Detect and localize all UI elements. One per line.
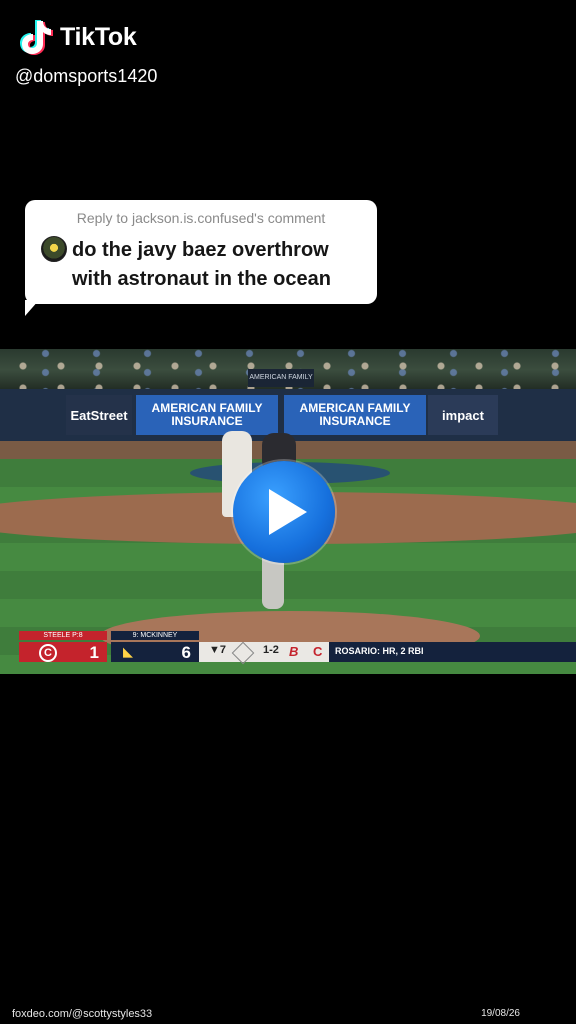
creator-handle[interactable]: @domsports1420 <box>15 66 157 87</box>
network-logo-icon: B <box>289 644 299 659</box>
batter-label: 9: MCKINNEY <box>111 631 199 640</box>
source-watermark: foxdeo.com/@scottystyles33 <box>12 1008 153 1020</box>
ad-american-family-2: AMERICAN FAMILY INSURANCE <box>284 395 426 435</box>
event-text: ROSARIO: HR, 2 RBI <box>335 646 424 656</box>
ad-american-family-1: AMERICAN FAMILY INSURANCE <box>136 395 278 435</box>
team-reds: C 1 <box>19 642 107 662</box>
reply-line-1: do the javy baez overthrow <box>72 239 329 261</box>
commenter-avatar <box>41 236 67 262</box>
pitcher-label: STEELE P:8 <box>19 631 107 640</box>
reply-comment-bubble: Reply to jackson.is.confused's comment d… <box>25 200 377 304</box>
play-icon <box>269 489 307 535</box>
brewers-score: 6 <box>181 643 191 662</box>
event-banner: ROSARIO: HR, 2 RBI <box>329 642 576 662</box>
play-button[interactable] <box>233 461 335 563</box>
bases-diamond-icon <box>231 641 255 665</box>
ad-eatstreet: EatStreet <box>66 395 132 435</box>
tiktok-brand: TikTok <box>60 22 137 51</box>
tiktok-logo-icon <box>18 18 54 56</box>
brewers-logo-icon: ◣ <box>123 644 133 659</box>
reply-to-label: Reply to jackson.is.confused's comment <box>76 210 326 226</box>
ad-board-top: AMERICAN FAMILY INSURANCE <box>248 369 314 399</box>
tiktok-header: TikTok <box>18 18 137 56</box>
date-stamp: 19/08/26 <box>481 1008 520 1019</box>
reds-score: 1 <box>89 643 99 662</box>
scorebug-status: ▼7 1-2 B C ROSARIO: HR, 2 RBI <box>199 641 576 665</box>
ad-impact: impact <box>428 395 498 435</box>
pitch-count: 1-2 <box>263 644 279 656</box>
reply-line-2: with astronaut in the ocean <box>72 268 331 290</box>
inning-indicator: ▼7 <box>209 644 227 656</box>
guardians-logo-icon: C <box>313 644 323 659</box>
team-brewers: ◣ 6 <box>111 642 199 662</box>
reply-bubble-tail <box>25 300 39 316</box>
scorebug: STEELE P:8 9: MCKINNEY C 1 ◣ 6 ▼7 1-2 B … <box>0 631 576 665</box>
scorebug-teams: STEELE P:8 9: MCKINNEY C 1 ◣ 6 <box>19 631 199 663</box>
reply-comment-text: do the javy baez overthrow with astronau… <box>72 236 331 294</box>
video-player[interactable]: AMERICAN FAMILY INSURANCE EatStreet AMER… <box>0 349 576 674</box>
reds-logo-icon: C <box>39 644 57 662</box>
